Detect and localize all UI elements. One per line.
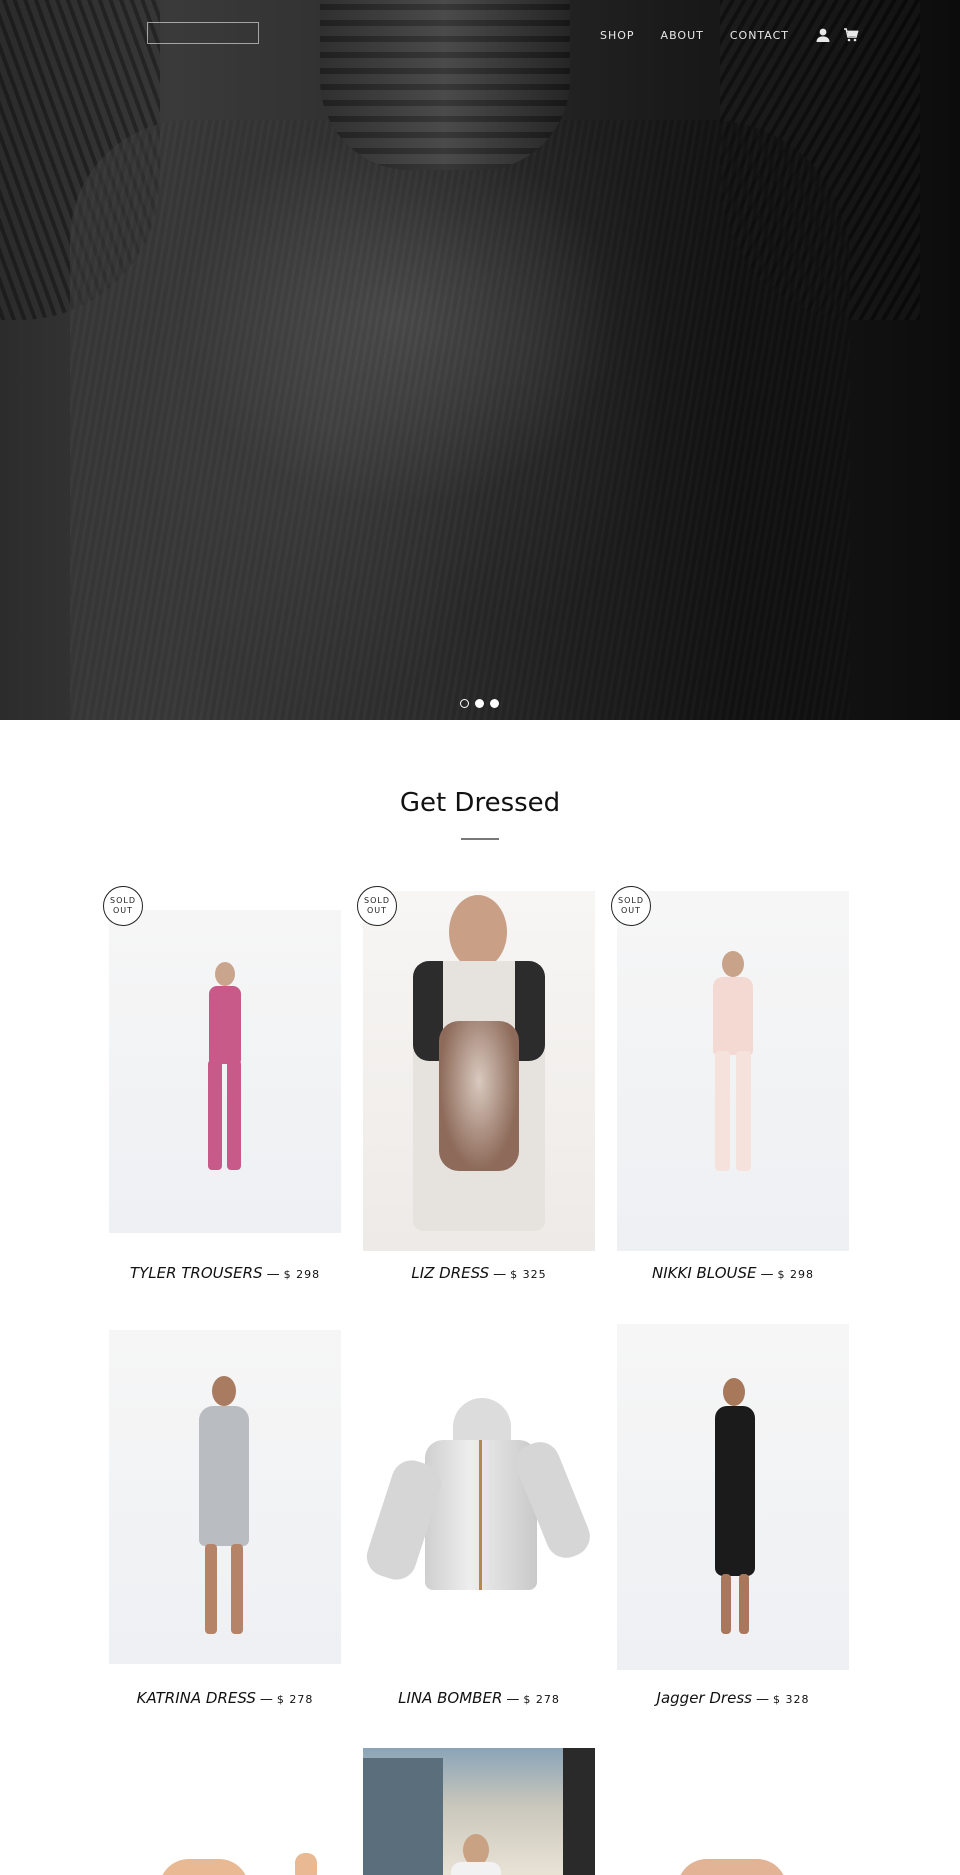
product-price: $ 298: [283, 1268, 321, 1281]
product-title[interactable]: Jagger Dress: [657, 1689, 752, 1707]
product-image-tyler-trousers[interactable]: [109, 910, 341, 1233]
product-image-row3-left[interactable]: [109, 1845, 341, 1875]
dress-print: [439, 1021, 519, 1171]
garment-peach: [677, 1859, 787, 1875]
model-head: [212, 1376, 236, 1406]
model-leg-right: [736, 1051, 751, 1171]
product-caption: NIKKI BLOUSE — $ 298: [617, 1263, 849, 1282]
model-head: [215, 962, 235, 986]
product-image-nikki-blouse[interactable]: [617, 891, 849, 1251]
photo-shadow-right: [563, 1748, 595, 1875]
product-caption: Jagger Dress — $ 328: [617, 1688, 849, 1707]
model-head: [722, 951, 744, 977]
section-title: Get Dressed: [399, 788, 561, 818]
model-leg-right: [231, 1544, 243, 1634]
site-logo[interactable]: [147, 22, 259, 44]
product-price: $ 298: [777, 1268, 814, 1281]
nav-contact-link[interactable]: CONTACT: [730, 29, 789, 42]
model-leg-left: [208, 1060, 222, 1170]
product-price: $ 328: [772, 1693, 810, 1706]
slide-dots: [460, 699, 505, 708]
hero-slideshow[interactable]: SHOP ABOUT CONTACT: [0, 0, 960, 720]
model-dress: [199, 1406, 249, 1546]
model-leg-left: [721, 1574, 731, 1634]
product-caption: LINA BOMBER — $ 278: [363, 1688, 595, 1707]
bomber-zipper: [479, 1440, 482, 1590]
product-title[interactable]: LINA BOMBER: [398, 1689, 502, 1707]
slide-dot-1[interactable]: [460, 699, 469, 708]
product-image-row3-right[interactable]: [617, 1845, 849, 1875]
model-head: [723, 1378, 745, 1406]
price-separator: —: [493, 1267, 507, 1282]
product-price: $ 278: [523, 1693, 560, 1706]
price-separator: —: [506, 1692, 520, 1707]
model-top: [209, 986, 241, 1064]
garment-sleeve: [295, 1853, 317, 1875]
sold-out-badge: SOLD OUT: [357, 886, 397, 926]
price-separator: —: [266, 1267, 280, 1282]
model-leg-right: [227, 1060, 241, 1170]
product-title[interactable]: LIZ DRESS: [411, 1264, 489, 1282]
price-separator: —: [755, 1692, 769, 1707]
account-icon[interactable]: [815, 27, 831, 43]
nav-about-link[interactable]: ABOUT: [661, 29, 704, 42]
price-separator: —: [259, 1692, 273, 1707]
product-title[interactable]: NIKKI BLOUSE: [652, 1264, 756, 1282]
product-image-katrina-dress[interactable]: [109, 1330, 341, 1664]
hero-image-shirt: [70, 120, 850, 720]
price-separator: —: [760, 1267, 774, 1282]
product-caption: LIZ DRESS — $ 325: [363, 1263, 595, 1282]
model-top: [713, 977, 753, 1055]
product-image-jagger-dress[interactable]: [617, 1324, 849, 1670]
model-head: [449, 895, 507, 969]
sold-out-badge: SOLD OUT: [103, 886, 143, 926]
garment-peach: [159, 1859, 249, 1875]
product-caption: KATRINA DRESS — $ 278: [109, 1688, 341, 1707]
nav-shop-link[interactable]: SHOP: [600, 29, 635, 42]
slide-dot-3[interactable]: [490, 699, 499, 708]
hero-image-turtleneck: [320, 0, 570, 170]
product-image-lina-bomber[interactable]: [363, 1330, 595, 1664]
product-price: $ 325: [510, 1268, 547, 1281]
model-dress: [715, 1406, 755, 1576]
section-divider: [461, 838, 499, 840]
model-leg-left: [715, 1051, 730, 1171]
cart-icon[interactable]: [843, 27, 859, 43]
product-title[interactable]: TYLER TROUSERS: [130, 1264, 263, 1282]
model-leg-right: [739, 1574, 749, 1634]
product-caption: TYLER TROUSERS — $ 298: [109, 1263, 341, 1282]
slide-dot-2[interactable]: [475, 699, 484, 708]
photo-building-left: [363, 1758, 443, 1875]
product-price: $ 278: [276, 1693, 314, 1706]
product-image-liz-dress[interactable]: [363, 891, 595, 1251]
sold-out-badge: SOLD OUT: [611, 886, 651, 926]
product-image-row3-center[interactable]: [363, 1748, 595, 1875]
main-nav: SHOP ABOUT CONTACT: [600, 27, 871, 43]
dress-sleeve-right: [515, 961, 545, 1061]
product-title[interactable]: KATRINA DRESS: [137, 1689, 256, 1707]
model-top: [451, 1862, 501, 1875]
model-leg-left: [205, 1544, 217, 1634]
